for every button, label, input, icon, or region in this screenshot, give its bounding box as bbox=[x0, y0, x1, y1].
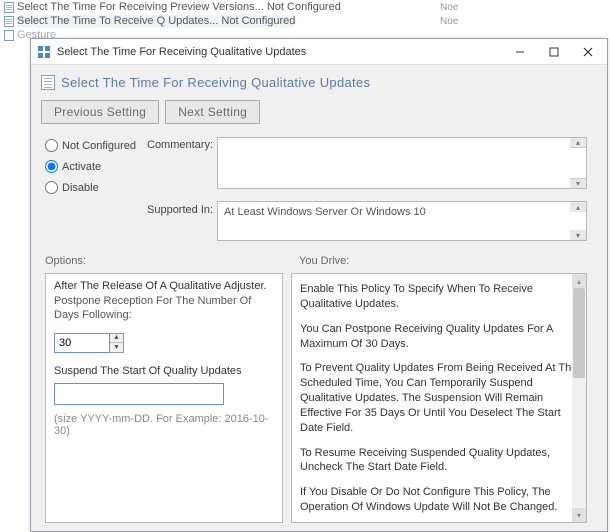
scroll-down-icon[interactable]: ▾ bbox=[570, 230, 586, 240]
document-icon bbox=[4, 2, 14, 13]
help-label: You Drive: bbox=[299, 255, 349, 267]
scrollbar[interactable]: ▴ ▾ bbox=[572, 274, 586, 522]
option-text-3: Suspend The Start Of Quality Updates bbox=[54, 365, 274, 377]
window-title: Select The Time For Receiving Qualitativ… bbox=[57, 46, 503, 58]
scrollbar-thumb[interactable] bbox=[573, 288, 585, 378]
options-panel: After The Release Of A Qualitative Adjus… bbox=[45, 273, 283, 523]
help-panel: Enable This Policy To Specify When To Re… bbox=[291, 273, 587, 523]
commentary-textarea[interactable]: ▴ ▾ bbox=[217, 137, 587, 189]
commentary-label: Commentary: bbox=[147, 139, 213, 151]
radio-activate[interactable]: Activate bbox=[45, 160, 136, 173]
spinner-down-icon[interactable]: ▼ bbox=[110, 343, 123, 352]
supported-label: Supported In: bbox=[147, 204, 213, 216]
dialog-heading-row: Select The Time For Receiving Qualitativ… bbox=[41, 75, 597, 90]
scroll-up-icon[interactable]: ▴ bbox=[572, 274, 586, 288]
help-paragraph: You Can Postpone Receiving Quality Updat… bbox=[300, 322, 578, 352]
document-icon bbox=[4, 30, 14, 41]
scroll-down-icon[interactable]: ▾ bbox=[572, 508, 586, 522]
scroll-up-icon[interactable]: ▴ bbox=[570, 138, 586, 148]
policy-label: Select The Time To Receive Q Updates... … bbox=[17, 15, 295, 27]
help-paragraph: Enable This Policy To Specify When To Re… bbox=[300, 282, 578, 312]
radio-not-configured[interactable]: Not Configured bbox=[45, 139, 136, 152]
document-icon bbox=[41, 75, 55, 90]
supported-textarea: At Least Windows Server Or Windows 10 ▴ … bbox=[217, 201, 587, 241]
radio-disable[interactable]: Disable bbox=[45, 181, 136, 194]
supported-value: At Least Windows Server Or Windows 10 bbox=[224, 206, 426, 218]
titlebar: Select The Time For Receiving Qualitativ… bbox=[31, 39, 607, 65]
policy-dialog: Select The Time For Receiving Qualitativ… bbox=[30, 38, 608, 532]
state-radio-group: Not Configured Activate Disable bbox=[45, 139, 136, 194]
minimize-button[interactable] bbox=[503, 39, 537, 64]
days-input[interactable] bbox=[54, 333, 110, 353]
scroll-down-icon[interactable]: ▾ bbox=[570, 178, 586, 188]
option-text-2: Postpone Reception For The Number Of Day… bbox=[54, 294, 274, 323]
days-spinner[interactable]: ▲ ▼ bbox=[54, 333, 274, 353]
dialog-heading: Select The Time For Receiving Qualitativ… bbox=[61, 75, 370, 90]
help-paragraph: To Resume Receiving Suspended Quality Up… bbox=[300, 446, 578, 476]
previous-setting-button[interactable]: Previous Setting bbox=[41, 100, 159, 124]
help-paragraph: To Prevent Quality Updates From Being Re… bbox=[300, 361, 578, 435]
policy-label: Select The Time For Receiving Preview Ve… bbox=[17, 1, 341, 13]
bg-policy-row-2[interactable]: Select The Time To Receive Q Updates... … bbox=[0, 14, 610, 28]
next-setting-button[interactable]: Next Setting bbox=[165, 100, 260, 124]
app-icon bbox=[37, 45, 51, 59]
date-hint: (size YYYY-mm-DD. For Example: 2016-10-3… bbox=[54, 413, 274, 437]
suspend-date-input[interactable] bbox=[54, 383, 224, 405]
bg-policy-row-1[interactable]: Select The Time For Receiving Preview Ve… bbox=[0, 0, 610, 14]
document-icon bbox=[4, 16, 14, 27]
spinner-up-icon[interactable]: ▲ bbox=[110, 334, 123, 344]
policy-status: Noe bbox=[440, 16, 458, 27]
options-label: Options: bbox=[45, 255, 86, 267]
maximize-button[interactable] bbox=[537, 39, 571, 64]
scroll-up-icon[interactable]: ▴ bbox=[570, 202, 586, 212]
option-text-1: After The Release Of A Qualitative Adjus… bbox=[54, 280, 274, 292]
policy-status: Noe bbox=[440, 2, 458, 13]
close-button[interactable] bbox=[571, 39, 605, 64]
help-paragraph: If You Disable Or Do Not Configure This … bbox=[300, 485, 578, 515]
